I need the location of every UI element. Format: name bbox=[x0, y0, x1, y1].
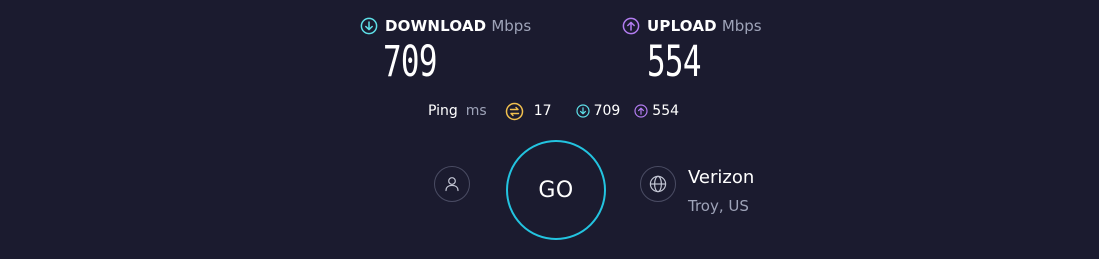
upload-metric: UPLOAD Mbps 554 bbox=[622, 14, 762, 86]
go-button[interactable]: GO bbox=[506, 140, 606, 240]
user-button[interactable] bbox=[434, 166, 470, 202]
ping-value: 17 bbox=[533, 103, 552, 119]
ping-idle-icon bbox=[505, 102, 523, 120]
speedtest-panel: DOWNLOAD Mbps 709 UPLOAD Mbps 554 Ping m… bbox=[0, 0, 1099, 259]
download-label: DOWNLOAD bbox=[385, 17, 487, 35]
ping-upload-group: 554 bbox=[634, 103, 679, 119]
ping-download-group: 709 bbox=[575, 103, 621, 119]
server-location: Troy, US bbox=[688, 197, 749, 215]
upload-value: 554 bbox=[647, 37, 701, 87]
download-header: DOWNLOAD Mbps bbox=[360, 14, 531, 38]
download-arrow-icon bbox=[360, 17, 378, 35]
user-icon bbox=[445, 177, 459, 192]
ping-unit: ms bbox=[465, 103, 487, 119]
globe-icon bbox=[649, 175, 667, 193]
upload-header: UPLOAD Mbps bbox=[622, 14, 762, 38]
ping-upload-value: 554 bbox=[652, 103, 680, 119]
download-metric: DOWNLOAD Mbps 709 bbox=[360, 14, 531, 86]
download-unit: Mbps bbox=[491, 17, 532, 35]
upload-arrow-icon bbox=[622, 17, 640, 35]
go-label: GO bbox=[538, 177, 574, 203]
ping-download-value: 709 bbox=[593, 103, 621, 119]
upload-label: UPLOAD bbox=[647, 17, 717, 35]
upload-unit: Mbps bbox=[721, 17, 762, 35]
download-value: 709 bbox=[383, 37, 437, 87]
server-info[interactable]: Verizon Troy, US bbox=[688, 166, 754, 216]
download-small-icon bbox=[575, 104, 590, 118]
upload-small-icon bbox=[634, 104, 648, 118]
globe-button[interactable] bbox=[640, 166, 676, 202]
ping-label: Ping bbox=[428, 103, 458, 119]
ping-row: Ping ms 17 709 554 bbox=[428, 100, 679, 122]
server-name: Verizon bbox=[688, 167, 755, 188]
